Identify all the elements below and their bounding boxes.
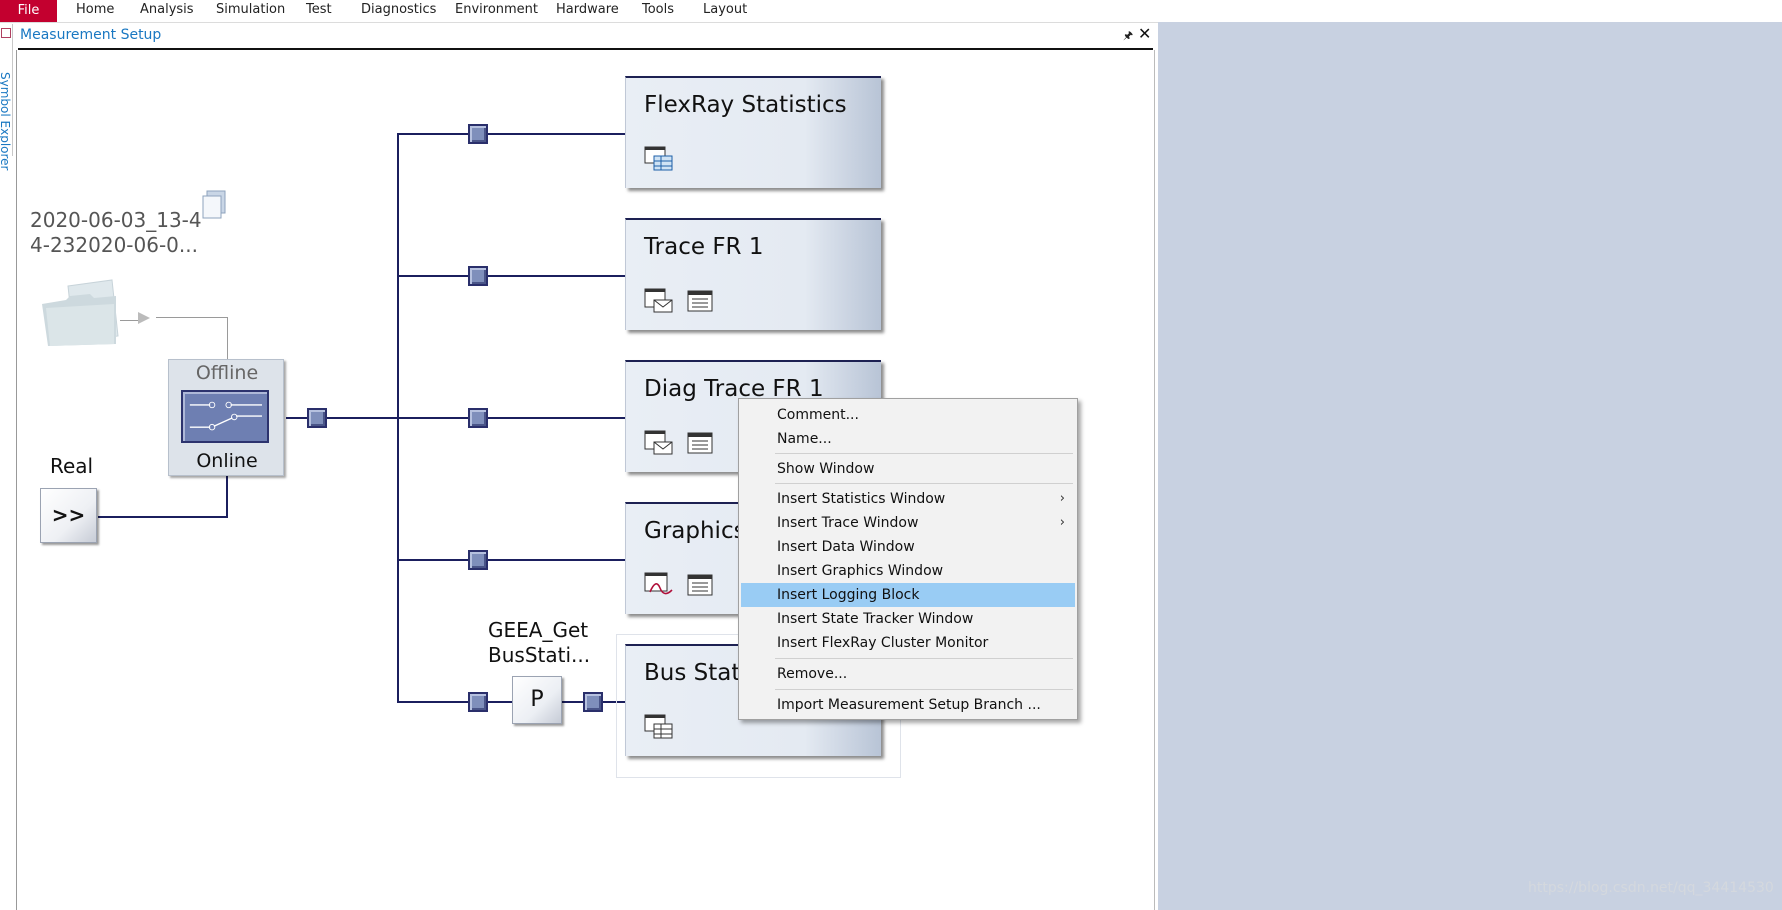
log-file-name-line2: 4-232020-06-0... xyxy=(30,233,198,257)
menu-item-label: Insert Data Window xyxy=(777,539,915,555)
menu-hardware[interactable]: Hardware xyxy=(556,0,619,22)
watermark-text: https://blog.csdn.net/qq_34414530 xyxy=(1528,880,1774,896)
menu-item-label: Insert Trace Window xyxy=(777,515,919,531)
statistics-window-icon[interactable] xyxy=(644,714,674,740)
list-window-icon[interactable] xyxy=(686,430,716,456)
log-file-name[interactable]: 2020-06-03_13-4 4-232020-06-0... xyxy=(30,208,202,258)
menu-item-remove[interactable]: Remove... xyxy=(741,662,1075,686)
menu-test[interactable]: Test xyxy=(306,0,332,22)
port-switch-out[interactable] xyxy=(307,408,327,428)
real-source-button[interactable]: >> xyxy=(40,488,97,543)
statistics-window-icon[interactable] xyxy=(644,146,674,172)
menu-item-insert-logging-block[interactable]: Insert Logging Block xyxy=(741,583,1075,607)
file-copy-icon[interactable] xyxy=(202,190,228,220)
menu-item-insert-state-tracker-window[interactable]: Insert State Tracker Window xyxy=(741,607,1075,631)
real-label: Real xyxy=(50,454,94,478)
branch-line-4 xyxy=(397,559,625,561)
symbol-explorer-label: Symbol Explorer xyxy=(0,72,12,171)
menu-item-insert-flexray-cluster-monitor[interactable]: Insert FlexRay Cluster Monitor xyxy=(741,631,1075,655)
menu-separator xyxy=(775,483,1073,484)
close-icon[interactable]: ✕ xyxy=(1138,24,1151,43)
menu-item-insert-graphics-window[interactable]: Insert Graphics Window xyxy=(741,559,1075,583)
block-title: Trace FR 1 xyxy=(644,234,764,260)
empty-dock-area xyxy=(1158,22,1782,910)
submenu-arrow-icon: › xyxy=(1059,515,1065,530)
menu-home[interactable]: Home xyxy=(76,0,114,22)
offline-line-h xyxy=(120,320,138,321)
program-node-name: GEEA_Get BusStati... xyxy=(488,618,590,668)
menu-item-label: Import Measurement Setup Branch ... xyxy=(777,697,1041,713)
log-file-name-line1: 2020-06-03_13-4 xyxy=(30,208,202,232)
port-program-out[interactable] xyxy=(583,692,603,712)
list-window-icon[interactable] xyxy=(686,288,716,314)
branch-line-2 xyxy=(397,275,625,277)
real-line xyxy=(98,516,228,518)
menu-item-label: Show Window xyxy=(777,461,875,477)
menu-bar: File Home Analysis Simulation Test Diagn… xyxy=(0,0,1782,23)
program-node-block[interactable]: P xyxy=(512,676,562,724)
program-node-name-line2: BusStati... xyxy=(488,643,591,667)
menu-item-label: Insert Statistics Window xyxy=(777,491,946,507)
menu-item-label: Insert FlexRay Cluster Monitor xyxy=(777,635,989,651)
menu-item-label: Name... xyxy=(777,431,832,447)
menu-simulation[interactable]: Simulation xyxy=(216,0,285,22)
menu-tools[interactable]: Tools xyxy=(642,0,674,22)
offline-line-v xyxy=(227,317,228,359)
menu-layout[interactable]: Layout xyxy=(703,0,747,22)
menu-item-label: Insert Graphics Window xyxy=(777,563,944,579)
menu-item-label: Remove... xyxy=(777,666,848,682)
switch-icon[interactable] xyxy=(181,390,269,443)
menu-item-show-window[interactable]: Show Window xyxy=(741,457,1075,481)
port-statistics[interactable] xyxy=(468,124,488,144)
block-title: FlexRay Statistics xyxy=(644,92,847,118)
menu-item-insert-data-window[interactable]: Insert Data Window xyxy=(741,535,1075,559)
menu-item-insert-statistics-window[interactable]: Insert Statistics Window › xyxy=(741,487,1075,511)
real-vertical-line xyxy=(226,476,228,518)
menu-analysis[interactable]: Analysis xyxy=(140,0,194,22)
block-trace-fr1[interactable]: Trace FR 1 xyxy=(625,218,881,330)
port-graphics[interactable] xyxy=(468,550,488,570)
block-title: Graphics xyxy=(644,518,746,544)
window-title: Measurement Setup xyxy=(20,27,162,43)
menu-separator xyxy=(775,453,1073,454)
menu-file[interactable]: File xyxy=(0,0,57,22)
port-trace[interactable] xyxy=(468,266,488,286)
branch-line-3 xyxy=(286,417,625,419)
menu-item-label: Insert State Tracker Window xyxy=(777,611,974,627)
pin-icon[interactable]: 🖈 xyxy=(1123,27,1133,46)
submenu-arrow-icon: › xyxy=(1059,491,1065,506)
symbol-explorer-icon xyxy=(1,28,11,38)
offline-line-h2 xyxy=(156,317,228,318)
offline-folder-icon[interactable] xyxy=(40,278,120,348)
program-node-name-line1: GEEA_Get xyxy=(488,618,589,642)
menu-item-name[interactable]: Name... xyxy=(741,427,1075,451)
block-title: Bus Stati xyxy=(644,660,747,686)
menu-item-label: Comment... xyxy=(777,407,859,423)
offline-arrow-icon xyxy=(138,312,150,324)
menu-item-label: Insert Logging Block xyxy=(777,587,920,603)
graphics-window-icon[interactable] xyxy=(644,572,674,598)
menu-item-comment[interactable]: Comment... xyxy=(741,403,1075,427)
branch-line-1 xyxy=(397,133,625,135)
offline-label: Offline xyxy=(195,362,259,384)
trace-window-icon[interactable] xyxy=(644,288,674,314)
measurement-setup-titlebar: Measurement Setup 🖈 ✕ xyxy=(18,24,1153,50)
list-window-icon[interactable] xyxy=(686,572,716,598)
port-bus-statistics[interactable] xyxy=(468,692,488,712)
port-diag-trace[interactable] xyxy=(468,408,488,428)
online-label: Online xyxy=(196,450,258,472)
menu-environment[interactable]: Environment xyxy=(455,0,538,22)
menu-diagnostics[interactable]: Diagnostics xyxy=(361,0,436,22)
menu-item-insert-trace-window[interactable]: Insert Trace Window › xyxy=(741,511,1075,535)
symbol-explorer-tab[interactable]: Symbol Explorer xyxy=(0,24,13,171)
menu-separator xyxy=(775,689,1073,690)
block-flexray-statistics[interactable]: FlexRay Statistics xyxy=(625,76,881,188)
context-menu: Comment... Name... Show Window Insert St… xyxy=(738,398,1078,720)
trace-window-icon[interactable] xyxy=(644,430,674,456)
menu-separator xyxy=(775,658,1073,659)
offline-online-switch[interactable]: Offline Online xyxy=(168,359,284,476)
menu-item-import-measurement-setup-branch[interactable]: Import Measurement Setup Branch ... xyxy=(741,693,1075,717)
